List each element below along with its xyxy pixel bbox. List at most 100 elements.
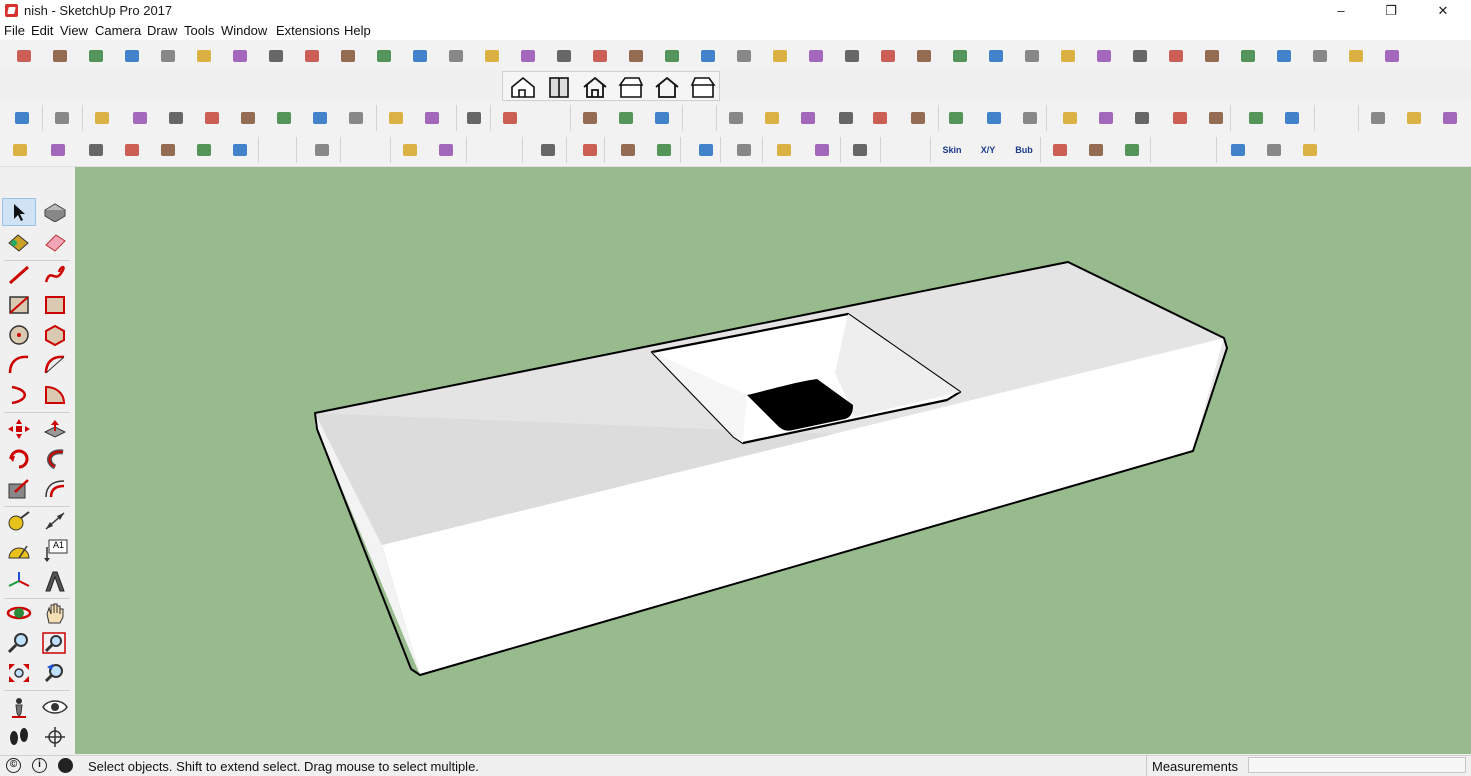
menu-tools[interactable]: Tools xyxy=(184,23,214,38)
pie-tool-icon[interactable] xyxy=(41,382,69,408)
front-view-icon[interactable] xyxy=(581,75,609,99)
extension-tool-8-icon[interactable] xyxy=(264,44,288,68)
plugin-tool-19-icon[interactable] xyxy=(848,138,872,162)
extension-tool-38-icon[interactable] xyxy=(1344,44,1368,68)
walk-tool-icon[interactable] xyxy=(5,724,33,750)
make-component-icon[interactable] xyxy=(41,199,69,225)
plugin-tool-21-icon[interactable] xyxy=(1084,138,1108,162)
draw-tool-3-icon[interactable] xyxy=(90,106,114,130)
extension-tool-17-icon[interactable] xyxy=(588,44,612,68)
menu-draw[interactable]: Draw xyxy=(147,23,177,38)
zoom-extents-icon[interactable] xyxy=(5,660,33,686)
plugin-tool-15-icon[interactable] xyxy=(694,138,718,162)
menu-extensions[interactable]: Extensions xyxy=(276,23,340,38)
draw-tool-16-icon[interactable] xyxy=(614,106,638,130)
extension-tool-21-icon[interactable] xyxy=(732,44,756,68)
draw-tool-35-icon[interactable] xyxy=(1402,106,1426,130)
extension-tool-36-icon[interactable] xyxy=(1272,44,1296,68)
plugin-tool-2-icon[interactable] xyxy=(46,138,70,162)
draw-tool-34-icon[interactable] xyxy=(1366,106,1390,130)
extension-tool-7-icon[interactable] xyxy=(228,44,252,68)
draw-tool-32-icon[interactable] xyxy=(1244,106,1268,130)
extension-tool-3-icon[interactable] xyxy=(84,44,108,68)
extension-tool-30-icon[interactable] xyxy=(1056,44,1080,68)
draw-tool-26-icon[interactable] xyxy=(1018,106,1042,130)
extension-tool-16-icon[interactable] xyxy=(552,44,576,68)
draw-tool-29-icon[interactable] xyxy=(1130,106,1154,130)
extension-tool-28-icon[interactable] xyxy=(984,44,1008,68)
menu-view[interactable]: View xyxy=(60,23,88,38)
draw-tool-30-icon[interactable] xyxy=(1168,106,1192,130)
select-tool-icon[interactable] xyxy=(5,199,33,225)
draw-tool-36-icon[interactable] xyxy=(1438,106,1462,130)
plugin-tool-3-icon[interactable] xyxy=(84,138,108,162)
extension-tool-9-icon[interactable] xyxy=(300,44,324,68)
extension-tool-34-icon[interactable] xyxy=(1200,44,1224,68)
freehand-tool-icon[interactable] xyxy=(41,262,69,288)
extension-tool-10-icon[interactable] xyxy=(336,44,360,68)
plugin-tool-5-icon[interactable] xyxy=(156,138,180,162)
plugin-tool-22-icon[interactable] xyxy=(1120,138,1144,162)
eraser-icon[interactable] xyxy=(41,229,69,255)
menu-edit[interactable]: Edit xyxy=(31,23,53,38)
extension-tool-13-icon[interactable] xyxy=(444,44,468,68)
extension-tool-18-icon[interactable] xyxy=(624,44,648,68)
geolocation-icon[interactable]: © xyxy=(6,758,21,773)
minimize-button[interactable]: – xyxy=(1318,0,1364,22)
extension-tool-29-icon[interactable] xyxy=(1020,44,1044,68)
draw-tool-27-icon[interactable] xyxy=(1058,106,1082,130)
draw-tool-33-icon[interactable] xyxy=(1280,106,1304,130)
extension-tool-2-icon[interactable] xyxy=(48,44,72,68)
user-account-icon[interactable] xyxy=(58,758,73,773)
extension-tool-31-icon[interactable] xyxy=(1092,44,1116,68)
extension-tool-5-icon[interactable] xyxy=(156,44,180,68)
extension-tool-6-icon[interactable] xyxy=(192,44,216,68)
polygon-tool-icon[interactable] xyxy=(41,322,69,348)
extension-tool-26-icon[interactable] xyxy=(912,44,936,68)
extension-tool-15-icon[interactable] xyxy=(516,44,540,68)
extension-tool-11-icon[interactable] xyxy=(372,44,396,68)
measurements-input[interactable] xyxy=(1248,757,1466,773)
position-camera-icon[interactable] xyxy=(5,694,33,720)
draw-tool-20-icon[interactable] xyxy=(796,106,820,130)
axes-tool-icon[interactable] xyxy=(5,568,33,594)
plugin-tool-20-icon[interactable] xyxy=(1048,138,1072,162)
extension-tool-32-icon[interactable] xyxy=(1128,44,1152,68)
draw-tool-7-icon[interactable] xyxy=(236,106,260,130)
draw-tool-6-icon[interactable] xyxy=(200,106,224,130)
draw-tool-5-icon[interactable] xyxy=(164,106,188,130)
3d-text-icon[interactable] xyxy=(41,568,69,594)
restore-button[interactable]: ❐ xyxy=(1368,0,1414,22)
top-view-icon[interactable] xyxy=(545,75,573,99)
arc-tool-icon[interactable] xyxy=(5,352,33,378)
rotated-rectangle-icon[interactable] xyxy=(41,292,69,318)
extension-tool-22-icon[interactable] xyxy=(768,44,792,68)
right-view-icon[interactable] xyxy=(617,75,645,99)
orbit-tool-icon[interactable] xyxy=(5,600,33,626)
plugin-tool-25-icon[interactable] xyxy=(1298,138,1322,162)
extension-tool-27-icon[interactable] xyxy=(948,44,972,68)
draw-tool-23-icon[interactable] xyxy=(906,106,930,130)
draw-tool-14-icon[interactable] xyxy=(498,106,522,130)
draw-tool-25-icon[interactable] xyxy=(982,106,1006,130)
plugin-tool-23-icon[interactable] xyxy=(1226,138,1250,162)
extension-tool-35-icon[interactable] xyxy=(1236,44,1260,68)
pan-tool-icon[interactable] xyxy=(41,600,69,626)
draw-tool-2-icon[interactable] xyxy=(50,106,74,130)
left-view-icon[interactable] xyxy=(689,75,717,99)
draw-tool-31-icon[interactable] xyxy=(1204,106,1228,130)
section-plane-icon[interactable] xyxy=(41,724,69,750)
rotate-tool-icon[interactable] xyxy=(5,446,33,472)
extension-tool-20-icon[interactable] xyxy=(696,44,720,68)
credits-info-icon[interactable]: i xyxy=(32,758,47,773)
drawing-area-viewport[interactable] xyxy=(75,167,1471,754)
back-view-icon[interactable] xyxy=(653,75,681,99)
draw-tool-9-icon[interactable] xyxy=(308,106,332,130)
plugin-tool-8-icon[interactable] xyxy=(310,138,334,162)
draw-tool-22-icon[interactable] xyxy=(868,106,892,130)
close-button[interactable]: ✕ xyxy=(1420,0,1466,22)
protractor-icon[interactable] xyxy=(5,538,33,564)
plugin-tool-17-icon[interactable] xyxy=(772,138,796,162)
circle-tool-icon[interactable] xyxy=(5,322,33,348)
menu-window[interactable]: Window xyxy=(221,23,267,38)
